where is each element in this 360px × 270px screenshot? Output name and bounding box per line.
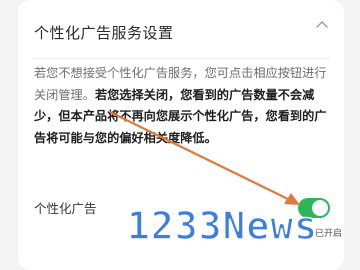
chevron-up-icon[interactable] xyxy=(314,18,330,30)
toggle-status-text: 已开启 xyxy=(315,229,343,239)
personalized-ads-label: 个性化广告 xyxy=(34,201,97,216)
section-title: 个性化广告服务设置 xyxy=(34,24,174,42)
divider xyxy=(34,58,330,59)
watermark-logo: 1233News xyxy=(126,203,319,249)
settings-description: 若您不想接受个性化广告服务，您可点击相应按钮进行关闭管理。若您选择关闭，您看到的… xyxy=(34,63,330,149)
